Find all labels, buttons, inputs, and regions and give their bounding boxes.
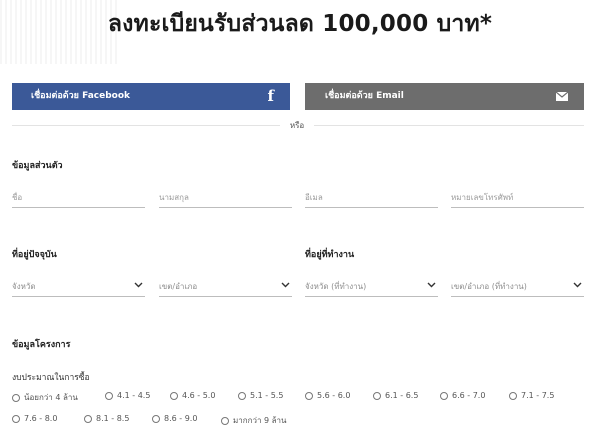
budget-option-label: 8.1 - 8.5 bbox=[96, 414, 130, 423]
home-province-select[interactable]: จังหวัด bbox=[12, 277, 145, 297]
radio-circle[interactable] bbox=[238, 391, 246, 400]
radio-circle[interactable] bbox=[12, 414, 20, 423]
budget-option-label: 4.1 - 4.5 bbox=[117, 391, 151, 400]
budget-option-label: 7.1 - 7.5 bbox=[521, 391, 555, 400]
or-label: หรือ bbox=[284, 119, 310, 132]
budget-option[interactable]: มากกว่า 9 ล้าน bbox=[221, 414, 286, 427]
budget-option[interactable]: 8.1 - 8.5 bbox=[84, 414, 129, 423]
divider-right bbox=[314, 125, 584, 126]
radio-circle[interactable] bbox=[84, 414, 92, 423]
budget-option-label: 5.6 - 6.0 bbox=[317, 391, 351, 400]
email-field[interactable] bbox=[305, 188, 438, 208]
budget-option[interactable]: 6.6 - 7.0 bbox=[440, 391, 485, 400]
work-address-heading: ที่อยู่ที่ทำงาน bbox=[305, 250, 355, 260]
radio-circle[interactable] bbox=[305, 391, 313, 400]
budget-option[interactable]: 7.1 - 7.5 bbox=[509, 391, 554, 400]
budget-option-label: 5.1 - 5.5 bbox=[250, 391, 284, 400]
budget-option-label: 7.6 - 8.0 bbox=[24, 414, 58, 423]
phone-input[interactable] bbox=[451, 188, 584, 207]
budget-option-label: 6.1 - 6.5 bbox=[385, 391, 419, 400]
work-district-select[interactable]: เขต/อำเภอ (ที่ทำงาน) bbox=[451, 277, 584, 297]
connect-facebook-button[interactable]: เชื่อมต่อด้วย Facebook f bbox=[12, 83, 290, 110]
facebook-button-label: เชื่อมต่อด้วย Facebook bbox=[31, 91, 131, 101]
chevron-down-icon bbox=[134, 282, 143, 288]
budget-option[interactable]: 4.1 - 4.5 bbox=[105, 391, 150, 400]
budget-option[interactable]: 5.6 - 6.0 bbox=[305, 391, 350, 400]
connect-email-button[interactable]: เชื่อมต่อด้วย Email bbox=[305, 83, 584, 110]
budget-option-label: 8.6 - 9.0 bbox=[164, 414, 198, 423]
budget-option-label: มากกว่า 9 ล้าน bbox=[233, 416, 287, 425]
radio-circle[interactable] bbox=[373, 391, 381, 400]
home-province-value: จังหวัด bbox=[12, 282, 36, 291]
radio-circle[interactable] bbox=[170, 391, 178, 400]
work-province-select[interactable]: จังหวัด (ที่ทำงาน) bbox=[305, 277, 438, 297]
radio-circle[interactable] bbox=[221, 416, 229, 425]
radio-circle[interactable] bbox=[12, 393, 20, 402]
home-district-select[interactable]: เขต/อำเภอ bbox=[159, 277, 292, 297]
last-name-field[interactable] bbox=[159, 188, 292, 208]
budget-option-label: 4.6 - 5.0 bbox=[182, 391, 216, 400]
first-name-input[interactable] bbox=[12, 188, 145, 207]
budget-option-label: 6.6 - 7.0 bbox=[452, 391, 486, 400]
radio-circle[interactable] bbox=[440, 391, 448, 400]
personal-info-heading: ข้อมูลส่วนตัว bbox=[12, 161, 63, 171]
chevron-down-icon bbox=[427, 282, 436, 288]
work-province-value: จังหวัด (ที่ทำงาน) bbox=[305, 282, 367, 291]
budget-option[interactable]: 6.1 - 6.5 bbox=[373, 391, 418, 400]
home-district-value: เขต/อำเภอ bbox=[159, 282, 198, 291]
divider-left bbox=[12, 125, 280, 126]
budget-label: งบประมาณในการซื้อ bbox=[12, 373, 90, 383]
home-address-heading: ที่อยู่ปัจจุบัน bbox=[12, 250, 57, 260]
first-name-field[interactable] bbox=[12, 188, 145, 208]
budget-option[interactable]: น้อยกว่า 4 ล้าน bbox=[12, 391, 78, 404]
radio-circle[interactable] bbox=[152, 414, 160, 423]
budget-option[interactable]: 4.6 - 5.0 bbox=[170, 391, 215, 400]
budget-option[interactable]: 8.6 - 9.0 bbox=[152, 414, 197, 423]
envelope-icon bbox=[556, 83, 568, 110]
chevron-down-icon bbox=[281, 282, 290, 288]
email-input[interactable] bbox=[305, 188, 438, 207]
budget-option[interactable]: 5.1 - 5.5 bbox=[238, 391, 283, 400]
last-name-input[interactable] bbox=[159, 188, 292, 207]
radio-circle[interactable] bbox=[105, 391, 113, 400]
email-button-label: เชื่อมต่อด้วย Email bbox=[325, 91, 404, 101]
radio-circle[interactable] bbox=[509, 391, 517, 400]
facebook-icon: f bbox=[267, 87, 274, 105]
phone-field[interactable] bbox=[451, 188, 584, 208]
budget-option[interactable]: 7.6 - 8.0 bbox=[12, 414, 57, 423]
project-info-heading: ข้อมูลโครงการ bbox=[12, 340, 71, 350]
budget-option-label: น้อยกว่า 4 ล้าน bbox=[24, 393, 78, 402]
work-district-value: เขต/อำเภอ (ที่ทำงาน) bbox=[451, 282, 527, 291]
chevron-down-icon bbox=[573, 282, 582, 288]
page-title: ลงทะเบียนรับส่วนลด 100,000 บาท* bbox=[107, 11, 493, 37]
